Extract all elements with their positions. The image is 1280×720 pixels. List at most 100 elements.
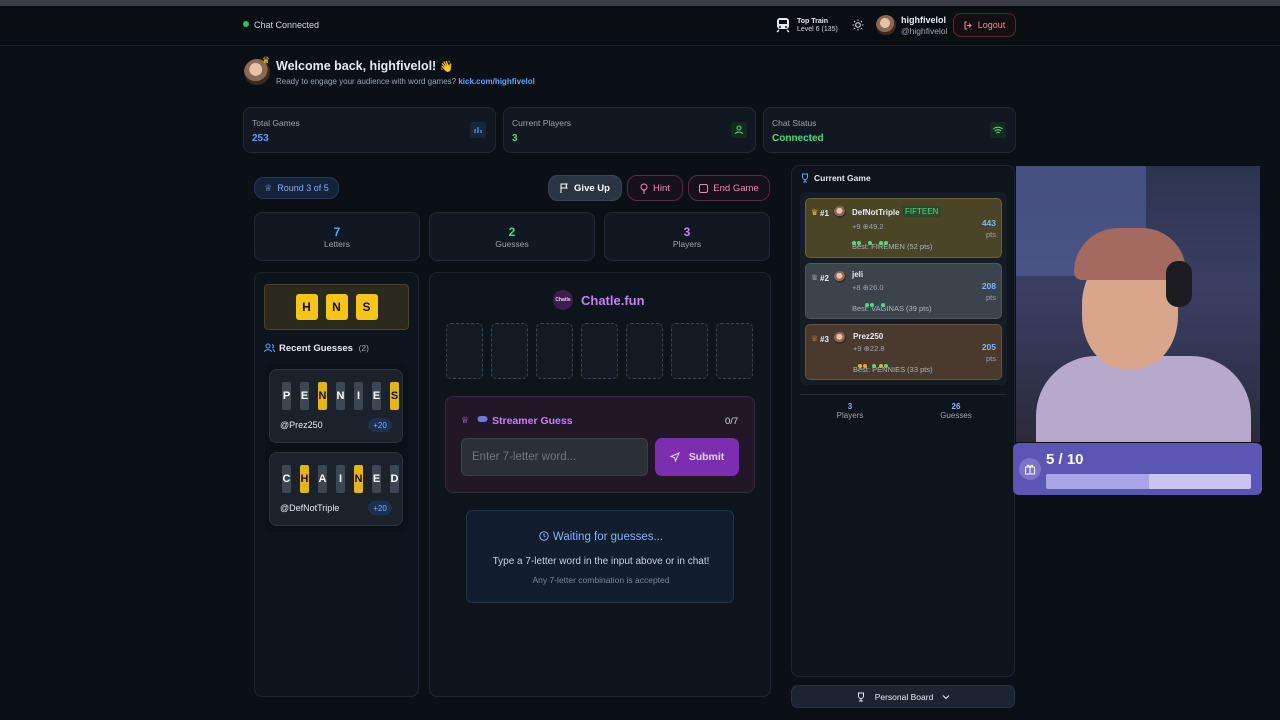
waiting-line1: Type a 7-letter word in the input above …: [492, 556, 710, 567]
guess-points: +20: [368, 418, 392, 432]
guess-user: @Prez250: [280, 420, 323, 430]
total-games-card: Total Games 253: [243, 107, 496, 153]
users-icon: [264, 343, 275, 353]
submit-button[interactable]: Submit: [655, 438, 739, 476]
guesses-counter: 2 Guesses: [429, 212, 595, 261]
revealed-tile: S: [355, 294, 378, 320]
bar-chart-icon: [470, 122, 486, 138]
letter-slot: [446, 323, 483, 379]
end-game-label: End Game: [713, 182, 759, 194]
letters-label: Letters: [324, 239, 350, 249]
waiting-line2: Any 7-letter combination is accepted: [532, 575, 670, 585]
give-up-button[interactable]: Give Up: [548, 175, 622, 201]
players-counter: 3 Players: [604, 212, 770, 261]
crown-icon: ♕: [461, 415, 470, 425]
welcome-title: Welcome back, highfivelol! 👋: [276, 59, 454, 73]
personal-board-label: Personal Board: [874, 691, 934, 702]
revealed-tile: H: [295, 294, 318, 320]
round-badge: ♕ Round 3 of 5: [254, 177, 339, 199]
player-points: 208: [981, 281, 996, 291]
current-game-title: Current Game: [814, 173, 871, 183]
revealed-tile: N: [325, 294, 348, 320]
total-games-value: 253: [252, 133, 269, 144]
current-players-label: Current Players: [512, 118, 572, 128]
gift-icon: [1019, 458, 1041, 480]
player-points: 205: [981, 342, 996, 352]
guess-letter-tile: A: [318, 465, 327, 493]
letter-slot: [536, 323, 573, 379]
total-games-label: Total Games: [252, 118, 300, 128]
guess-user: @DefNotTriple: [280, 503, 340, 513]
leaderboard-row[interactable]: ♕ #3 Prez250 +9 ⊕22.8 Best: PENNIES (33 …: [805, 324, 1002, 380]
guess-letter-tile: E: [372, 382, 381, 410]
hint-button[interactable]: Hint: [627, 175, 683, 201]
logout-icon: [964, 21, 973, 30]
chat-status-text: Chat Connected: [254, 20, 320, 30]
end-game-button[interactable]: End Game: [688, 175, 770, 201]
player-points-unit: pts: [985, 293, 996, 302]
summary-guesses: 26 Guesses: [940, 402, 972, 420]
revealed-letters: H N S: [264, 284, 409, 330]
chatle-logo: Chatle: [553, 290, 573, 310]
letter-slot: [491, 323, 528, 379]
submit-label: Submit: [688, 451, 725, 463]
guess-letter-tile: N: [318, 382, 327, 410]
train-title: Top Train: [797, 18, 828, 25]
train-icon: [776, 17, 790, 33]
streamer-guess-input[interactable]: [461, 438, 648, 476]
letter-slot: [581, 323, 618, 379]
guess-letter-tile: N: [336, 382, 345, 410]
clock-icon: [539, 531, 549, 541]
current-players-card: Current Players 3: [503, 107, 756, 153]
send-icon: [669, 452, 680, 462]
player-avatar: [834, 206, 846, 218]
trophy-icon: ♕: [811, 273, 819, 282]
leaderboard-row[interactable]: ♛ #1 DefNotTriple FIFTEEN +9 ⊕49.2 Best:…: [805, 198, 1002, 258]
channel-link[interactable]: kick.com/highfivelol: [458, 77, 534, 86]
player-stats: +9 ⊕49.2: [852, 222, 884, 231]
player-avatar: [834, 332, 846, 344]
letter-slot: [716, 323, 753, 379]
hint-label: Hint: [653, 182, 670, 194]
crown-icon: ♛: [262, 55, 271, 65]
current-players-value: 3: [512, 133, 518, 144]
guess-points: +20: [368, 501, 392, 515]
flag-icon: [560, 183, 569, 193]
player-rank: #2: [820, 274, 829, 283]
chat-status-dot: [243, 21, 249, 27]
player-avatar: [834, 271, 846, 283]
streamer-guess-count: 0/7: [725, 416, 739, 427]
guesses-count: 2: [508, 225, 516, 239]
chat-status-label: Chat Status: [772, 118, 817, 128]
chat-status-value: Connected: [772, 133, 824, 144]
headphones: [1166, 261, 1192, 307]
logout-button[interactable]: Logout: [953, 13, 1016, 37]
user-avatar[interactable]: [876, 15, 896, 35]
medal-icon: ♕: [811, 334, 819, 343]
divider: [800, 394, 1007, 395]
wifi-icon: [990, 122, 1006, 138]
guess-letter-tile: S: [390, 382, 399, 410]
neon-sign: [1231, 256, 1260, 276]
guesses-label: Guesses: [495, 239, 529, 249]
players-count: 3: [683, 225, 691, 239]
player-name: Prez250: [853, 332, 884, 341]
round-label: Round 3 of 5: [277, 183, 329, 193]
username: highfivelol: [901, 15, 946, 25]
letters-counter: 7 Letters: [254, 212, 420, 261]
crown-icon: ♕: [264, 182, 273, 193]
leaderboard-row[interactable]: ♕ #2 jeli +8 ⊕26.0 Best: VAGINAS (39 pts…: [805, 263, 1002, 319]
crown-icon: ♛: [811, 208, 819, 217]
sun-icon[interactable]: [852, 19, 864, 31]
player-best: Best: VAGINAS (39 pts): [852, 304, 932, 313]
personal-board-button[interactable]: Personal Board: [791, 685, 1015, 708]
person-body: [1036, 356, 1251, 442]
header-bar: [0, 6, 1280, 46]
guess-card: CHAINED @DefNotTriple +20: [269, 452, 403, 526]
goal-widget: 5 / 10: [1013, 443, 1262, 495]
give-up-label: Give Up: [574, 182, 610, 194]
player-name: DefNotTriple: [852, 208, 900, 217]
players-label: Players: [672, 239, 702, 249]
waiting-box: Waiting for guesses... Type a 7-letter w…: [466, 510, 734, 603]
user-icon: [731, 122, 747, 138]
